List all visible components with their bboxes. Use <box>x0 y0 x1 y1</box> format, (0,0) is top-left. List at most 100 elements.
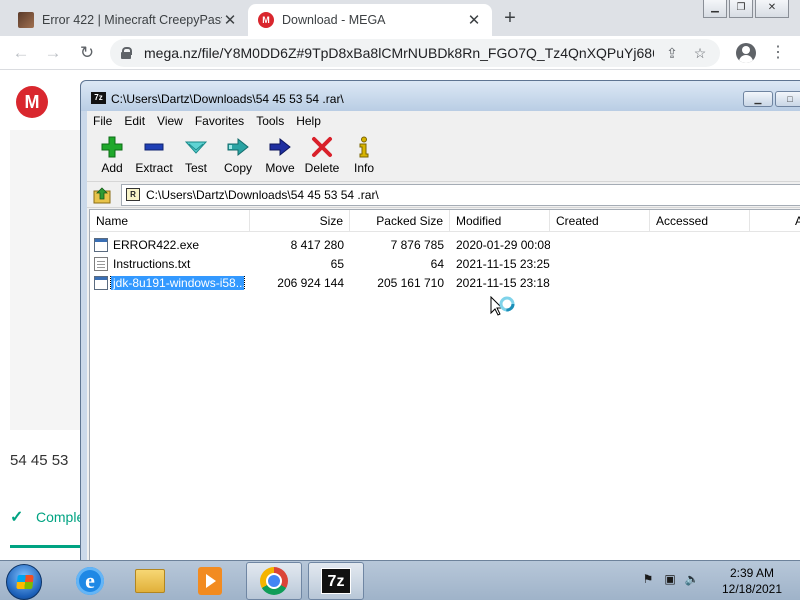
start-button[interactable] <box>6 564 42 600</box>
test-label: Test <box>184 161 207 175</box>
system-tray: ⚑ ▣ 🔈 <box>640 571 700 587</box>
7zip-toolbar: Add Extract Test Copy Move Delete Info <box>87 130 800 182</box>
menu-file[interactable]: File <box>87 114 118 128</box>
url-text: mega.nz/file/Y8M0DD6Z#9TpD8xBa8lCMrNUBDk… <box>144 45 654 61</box>
file-name: Instructions.txt <box>113 256 191 271</box>
add-button[interactable]: Add <box>91 130 133 181</box>
menu-favorites[interactable]: Favorites <box>189 114 250 128</box>
download-progress-bar <box>10 545 90 548</box>
star-icon[interactable]: ☆ <box>690 45 710 62</box>
new-tab-button[interactable]: + <box>498 6 522 30</box>
delete-button[interactable]: Delete <box>301 130 343 181</box>
column-size[interactable]: Size <box>250 210 350 232</box>
media-player-icon <box>198 567 222 595</box>
7zip-title-bar[interactable]: 7z C:\Users\Dartz\Downloads\54 45 53 54 … <box>81 81 800 111</box>
file-list-header: Name Size Packed Size Modified Created A… <box>90 210 800 232</box>
mega-logo[interactable]: M <box>16 86 48 118</box>
copy-label: Copy <box>223 161 252 175</box>
menu-edit[interactable]: Edit <box>118 114 151 128</box>
restore-icon[interactable]: ❐ <box>729 0 753 18</box>
tab-mega-download[interactable]: M Download - MEGA ✕ <box>248 4 492 36</box>
minus-icon <box>143 135 165 159</box>
file-list: Name Size Packed Size Modified Created A… <box>89 209 800 581</box>
back-arrow-icon[interactable]: ← <box>10 42 32 64</box>
maximize-icon[interactable]: □ <box>775 91 800 107</box>
table-row[interactable]: Instructions.txt 65 64 2021-11-15 23:25 <box>90 254 800 273</box>
close-tab-icon[interactable]: ✕ <box>222 11 238 29</box>
move-arrow-icon <box>269 135 291 159</box>
text-file-icon <box>94 256 108 271</box>
7zip-window: 7z C:\Users\Dartz\Downloads\54 45 53 54 … <box>80 80 800 581</box>
column-created[interactable]: Created <box>550 210 650 232</box>
column-accessed[interactable]: Accessed <box>650 210 750 232</box>
path-input[interactable]: R C:\Users\Dartz\Downloads\54 45 53 54 .… <box>121 183 800 206</box>
network-icon[interactable]: ▣ <box>662 571 678 587</box>
taskbar-file-explorer[interactable] <box>122 562 178 600</box>
archive-icon: R <box>126 188 140 201</box>
profile-icon[interactable] <box>736 43 756 63</box>
close-window-icon[interactable]: ✕ <box>755 0 789 18</box>
clock-date: 12/18/2021 <box>721 582 783 596</box>
copy-button[interactable]: Copy <box>217 130 259 181</box>
test-button[interactable]: Test <box>175 130 217 181</box>
extract-button[interactable]: Extract <box>133 130 175 181</box>
address-bar[interactable]: mega.nz/file/Y8M0DD6Z#9TpD8xBa8lCMrNUBDk… <box>110 39 720 67</box>
exe-file-icon <box>94 237 108 252</box>
file-explorer-icon <box>135 569 165 593</box>
info-icon <box>353 135 375 159</box>
taskbar-media-player[interactable] <box>182 562 238 600</box>
close-tab-icon[interactable]: ✕ <box>466 11 482 29</box>
clock-time: 2:39 AM <box>729 566 775 580</box>
browser-tab-strip: Error 422 | Minecraft CreepyPasta ✕ M Do… <box>0 0 800 36</box>
forward-arrow-icon[interactable]: → <box>42 42 64 64</box>
copy-arrow-icon <box>227 135 249 159</box>
path-bar: R C:\Users\Dartz\Downloads\54 45 53 54 .… <box>87 182 800 208</box>
reload-icon[interactable]: ↻ <box>76 42 98 64</box>
menu-help[interactable]: Help <box>290 114 327 128</box>
menu-tools[interactable]: Tools <box>250 114 290 128</box>
menu-bar: File Edit View Favorites Tools Help <box>87 111 800 130</box>
column-packed-size[interactable]: Packed Size <box>350 210 450 232</box>
info-button[interactable]: Info <box>343 130 385 181</box>
volume-icon[interactable]: 🔈 <box>684 571 700 587</box>
taskbar-7zip[interactable]: 7z <box>308 562 364 600</box>
table-row[interactable]: ERROR422.exe 8 417 280 7 876 785 2020-01… <box>90 235 800 254</box>
exe-file-icon <box>94 275 108 290</box>
path-text: C:\Users\Dartz\Downloads\54 45 53 54 .ra… <box>146 187 379 202</box>
minimize-icon[interactable]: ▁ <box>703 0 727 18</box>
file-packed-size: 7 876 785 <box>390 237 444 252</box>
system-clock[interactable]: 2:39 AM 12/18/2021 <box>712 565 792 597</box>
minimize-icon[interactable]: ▁ <box>743 91 773 107</box>
taskbar-internet-explorer[interactable]: e <box>62 562 118 600</box>
window-title: C:\Users\Dartz\Downloads\54 45 53 54 .ra… <box>111 92 344 106</box>
folder-up-icon[interactable] <box>93 186 111 204</box>
share-icon[interactable]: ⇪ <box>662 45 682 62</box>
tab-creepypasta[interactable]: Error 422 | Minecraft CreepyPasta ✕ <box>8 4 248 36</box>
busy-cursor-icon <box>490 296 515 316</box>
file-name: jdk-8u191-windows-i58... <box>110 275 245 290</box>
menu-view[interactable]: View <box>151 114 189 128</box>
file-size: 206 924 144 <box>277 275 344 290</box>
move-label: Move <box>265 161 295 175</box>
action-center-flag-icon[interactable]: ⚑ <box>640 571 656 587</box>
column-attributes[interactable]: A <box>750 210 800 232</box>
table-row-selected[interactable]: jdk-8u191-windows-i58... 206 924 144 205… <box>90 273 800 292</box>
mega-favicon-icon: M <box>258 12 274 28</box>
file-name: ERROR422.exe <box>113 237 200 252</box>
column-name[interactable]: Name <box>90 210 250 232</box>
info-label: Info <box>353 161 374 175</box>
creepypasta-favicon-icon <box>18 12 34 28</box>
browser-toolbar: ← → ↻ mega.nz/file/Y8M0DD6Z#9TpD8xBa8lCM… <box>0 36 800 70</box>
menu-dots-icon[interactable]: ⋮ <box>770 44 786 62</box>
file-size: 65 <box>330 256 344 271</box>
tab-title: Error 422 | Minecraft CreepyPasta <box>42 13 222 27</box>
mega-preview-card <box>10 130 90 430</box>
lock-icon[interactable] <box>120 47 132 59</box>
7zip-icon: 7z <box>321 568 351 594</box>
file-modified: 2021-11-15 23:25 <box>456 256 550 271</box>
column-modified[interactable]: Modified <box>450 210 550 232</box>
plus-icon <box>101 135 123 159</box>
delete-label: Delete <box>304 161 340 175</box>
taskbar-chrome[interactable] <box>246 562 302 600</box>
move-button[interactable]: Move <box>259 130 301 181</box>
